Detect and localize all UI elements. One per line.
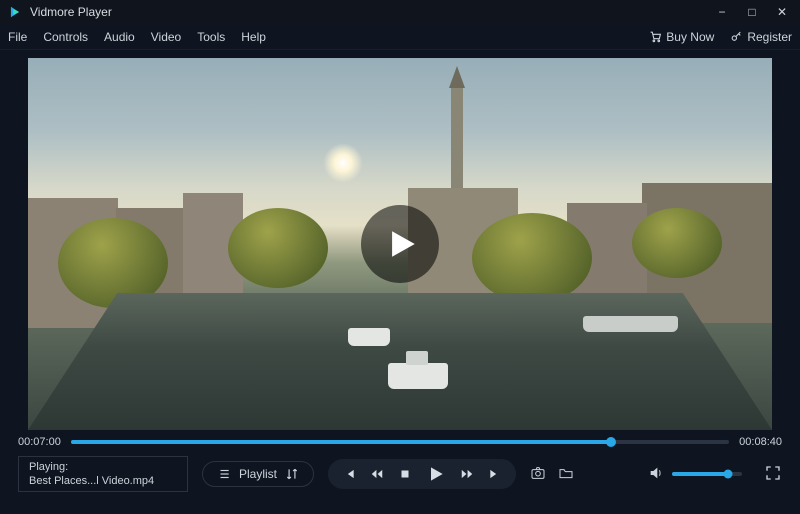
time-current: 00:07:00 <box>18 436 61 448</box>
app-title: Vidmore Player <box>30 5 112 19</box>
mute-button[interactable] <box>648 465 664 484</box>
progress-row: 00:07:00 00:08:40 <box>0 430 800 450</box>
forward-icon <box>460 467 474 481</box>
fullscreen-icon <box>764 464 782 482</box>
video-viewport[interactable] <box>28 58 772 430</box>
next-icon <box>488 467 502 481</box>
register-label: Register <box>747 30 792 44</box>
menu-tools[interactable]: Tools <box>197 30 225 44</box>
prev-icon <box>342 467 356 481</box>
utility-icons <box>530 465 574 484</box>
playlist-label: Playlist <box>239 467 277 481</box>
volume-slider[interactable] <box>672 472 742 476</box>
stop-button[interactable] <box>398 467 412 481</box>
play-icon <box>385 227 419 261</box>
time-total: 00:08:40 <box>739 436 782 448</box>
app-logo: Vidmore Player <box>8 5 112 19</box>
buy-now-label: Buy Now <box>666 30 714 44</box>
play-button[interactable] <box>426 464 446 484</box>
menu-file[interactable]: File <box>8 30 27 44</box>
menu-video[interactable]: Video <box>151 30 181 44</box>
register-link[interactable]: Register <box>730 30 792 44</box>
rewind-icon <box>370 467 384 481</box>
sort-icon <box>285 467 299 481</box>
play-icon <box>426 464 446 484</box>
now-playing-file: Best Places...l Video.mp4 <box>29 475 177 487</box>
next-button[interactable] <box>488 467 502 481</box>
menu-help[interactable]: Help <box>241 30 266 44</box>
snapshot-button[interactable] <box>530 465 546 484</box>
maximize-button[interactable]: □ <box>742 5 762 19</box>
fullscreen-button[interactable] <box>764 464 782 485</box>
prev-button[interactable] <box>342 467 356 481</box>
playlist-button[interactable]: Playlist <box>202 461 314 487</box>
camera-icon <box>530 465 546 481</box>
menu-controls[interactable]: Controls <box>43 30 88 44</box>
window-controls: − □ ✕ <box>712 5 792 19</box>
seek-bar[interactable] <box>71 440 729 444</box>
open-file-button[interactable] <box>558 465 574 484</box>
minimize-button[interactable]: − <box>712 5 732 19</box>
stop-icon <box>398 467 412 481</box>
menubar: File Controls Audio Video Tools Help Buy… <box>0 24 800 50</box>
controls-row: Playing: Best Places...l Video.mp4 Playl… <box>0 450 800 502</box>
volume-control <box>648 464 782 485</box>
play-logo-icon <box>8 5 22 19</box>
menu-audio[interactable]: Audio <box>104 30 135 44</box>
folder-icon <box>558 465 574 481</box>
cart-icon <box>649 30 662 43</box>
key-icon <box>730 30 743 43</box>
titlebar: Vidmore Player − □ ✕ <box>0 0 800 24</box>
buy-now-link[interactable]: Buy Now <box>649 30 714 44</box>
close-button[interactable]: ✕ <box>772 5 792 19</box>
volume-icon <box>648 465 664 481</box>
now-playing-box: Playing: Best Places...l Video.mp4 <box>18 456 188 492</box>
list-icon <box>217 467 231 481</box>
transport-controls <box>328 459 516 489</box>
rewind-button[interactable] <box>370 467 384 481</box>
now-playing-label: Playing: <box>29 461 177 473</box>
play-overlay-button[interactable] <box>361 205 439 283</box>
forward-button[interactable] <box>460 467 474 481</box>
